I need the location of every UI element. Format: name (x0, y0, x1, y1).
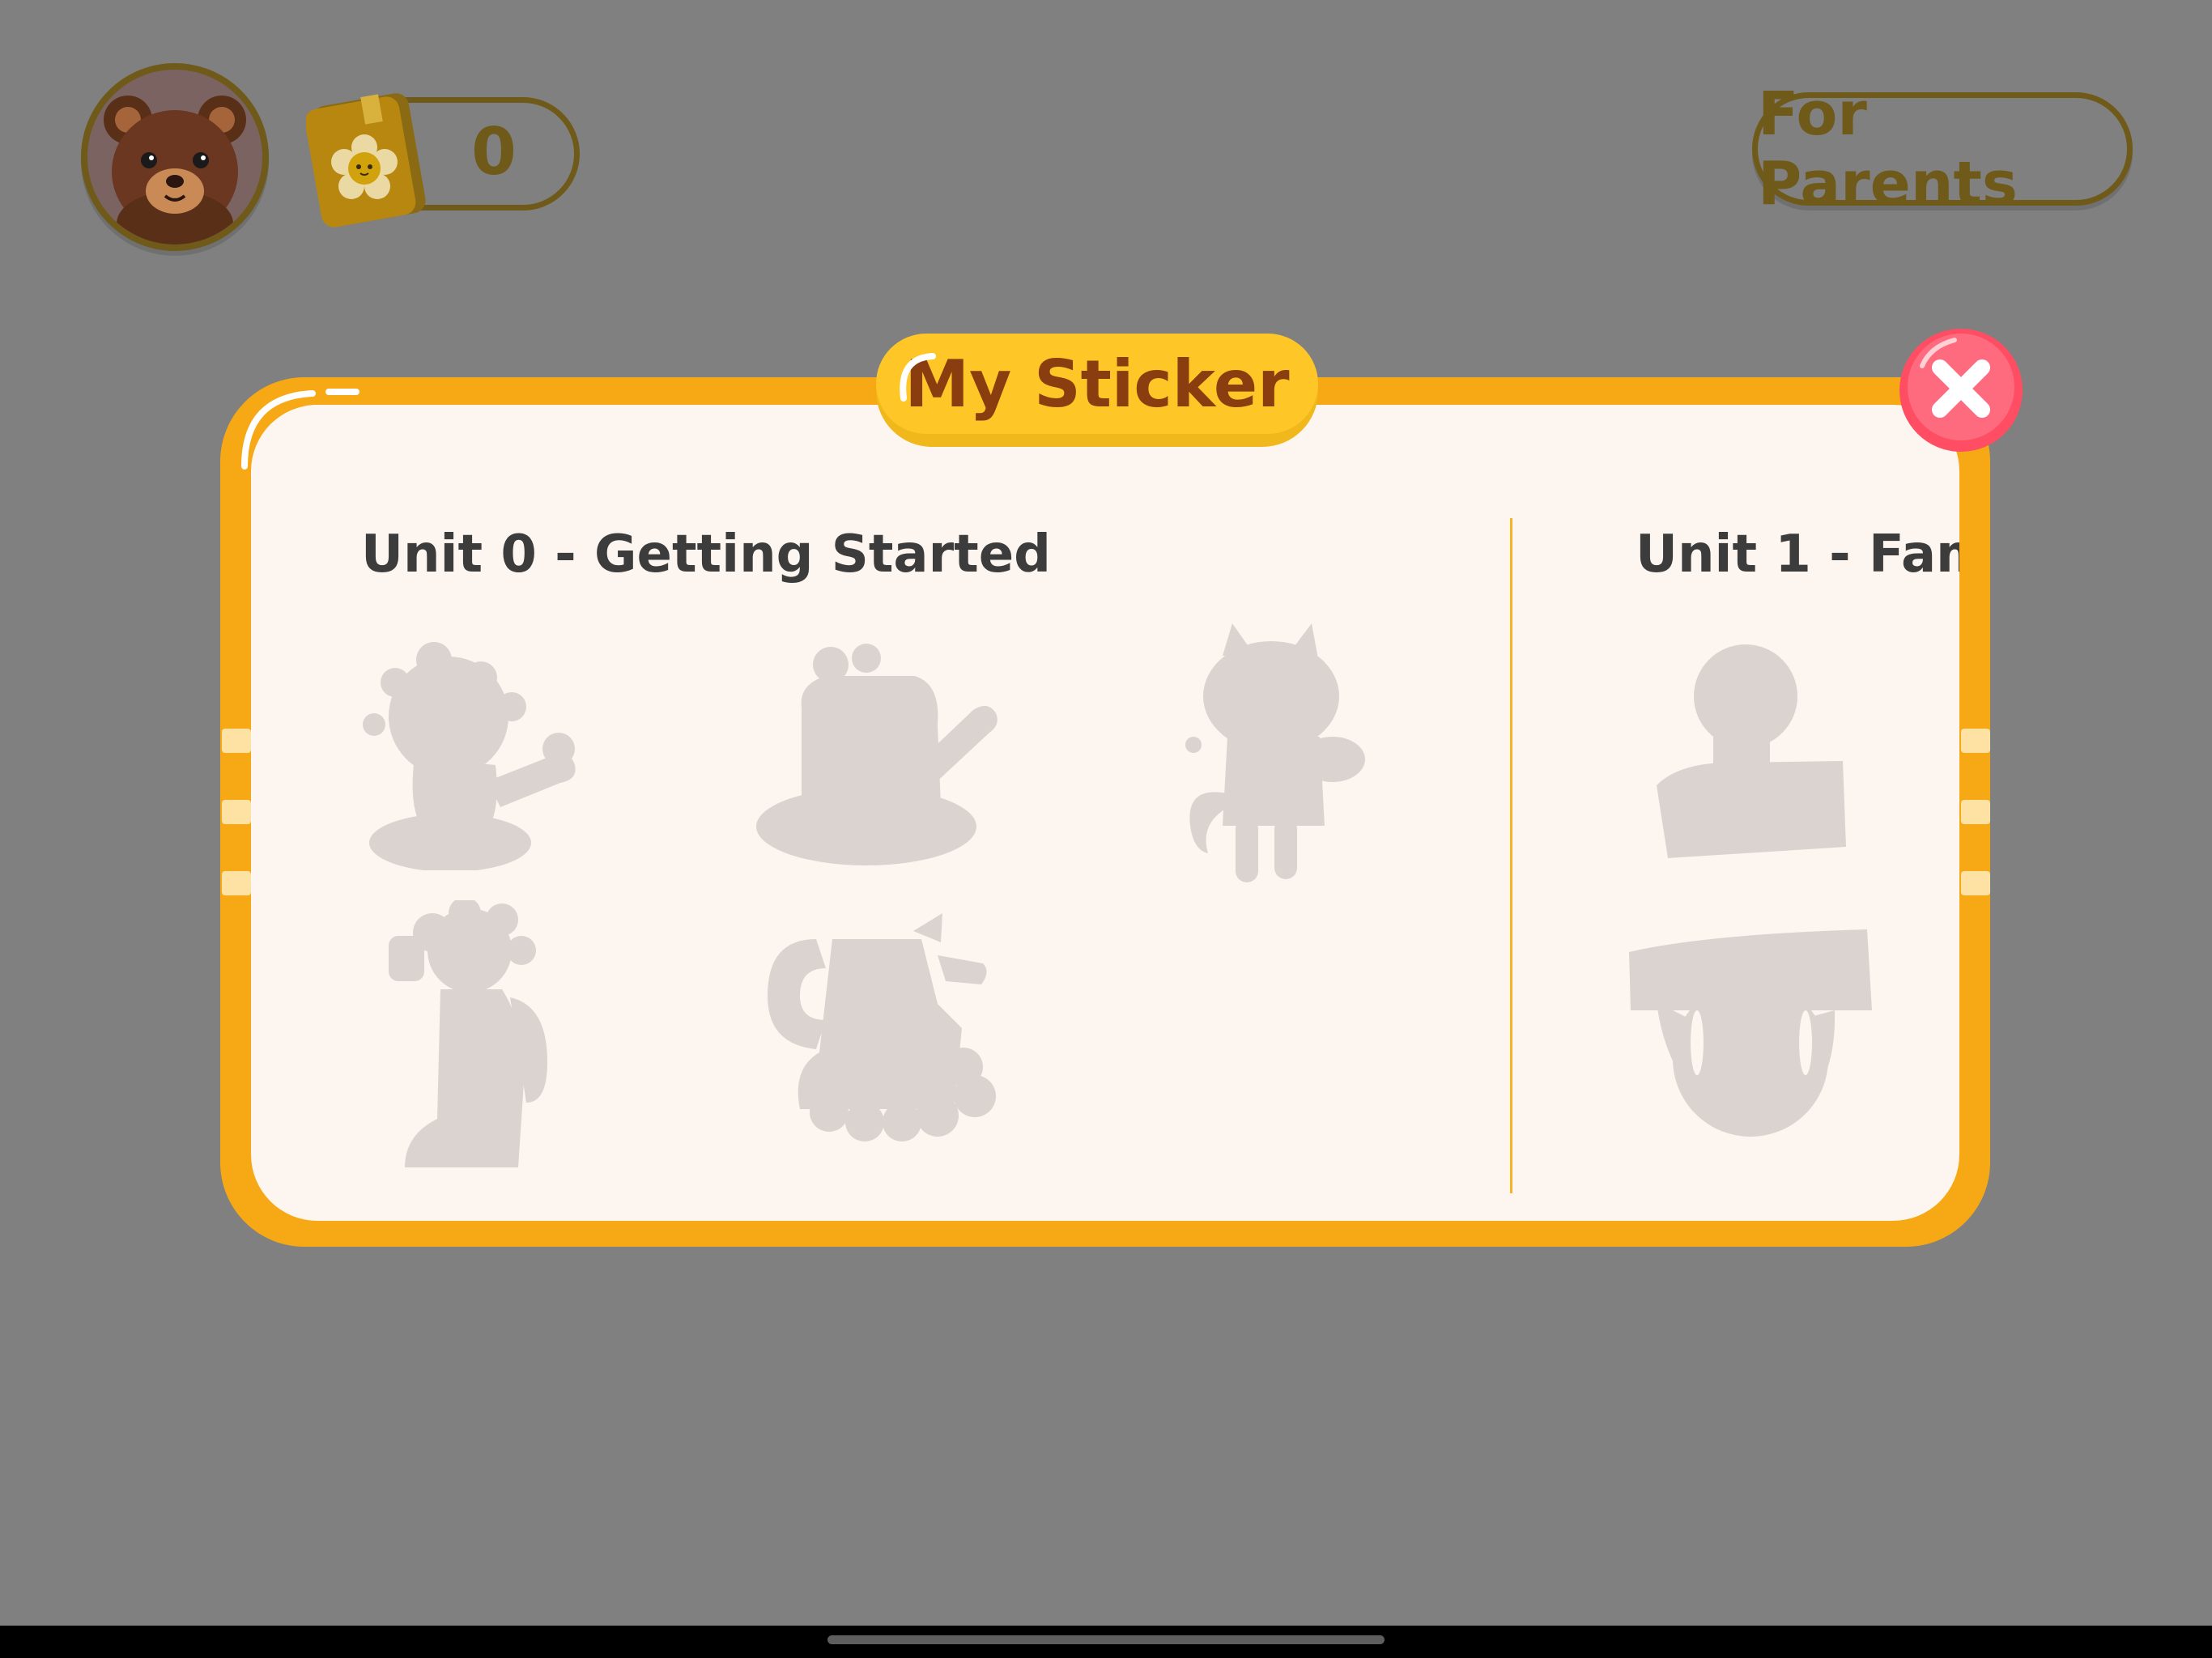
frame-gloss (241, 389, 359, 470)
frame-notch (1961, 800, 1990, 824)
for-parents-button[interactable]: For Parents (1752, 79, 2133, 219)
frame-notch (1961, 871, 1990, 895)
unit-0-title: Unit 0 - Getting Started (361, 525, 1051, 585)
dialog-title: My Sticker (876, 334, 1318, 434)
frame-notch (222, 800, 251, 824)
avatar-button[interactable] (81, 63, 269, 251)
unit-1-title: Unit 1 - Family (1636, 525, 1959, 585)
home-indicator[interactable] (827, 1635, 1385, 1644)
close-button[interactable] (1898, 327, 2024, 453)
locked-sticker-person[interactable] (1648, 640, 1859, 866)
locked-sticker-girl-hat[interactable] (753, 636, 1004, 870)
bear-face-icon (104, 96, 246, 244)
sticker-scroll-area[interactable]: Unit 0 - Getting Started Unit 1 - Family (251, 405, 1959, 1221)
frame-notch (222, 871, 251, 895)
locked-sticker-girl-standing[interactable] (389, 900, 567, 1175)
locked-sticker-cat[interactable] (1174, 623, 1368, 882)
locked-sticker-sheep[interactable] (751, 907, 1010, 1150)
locked-sticker-boy-waving[interactable] (358, 636, 593, 870)
close-x-icon (1899, 329, 2023, 452)
flower-sticker-book-icon (304, 91, 426, 228)
frame-notch (1961, 729, 1990, 753)
title-gloss (900, 353, 936, 402)
locked-sticker-family[interactable] (1624, 929, 1875, 1140)
frame-notch (222, 729, 251, 753)
sticker-count-value: 0 (471, 114, 517, 189)
unit-divider (1510, 518, 1512, 1193)
